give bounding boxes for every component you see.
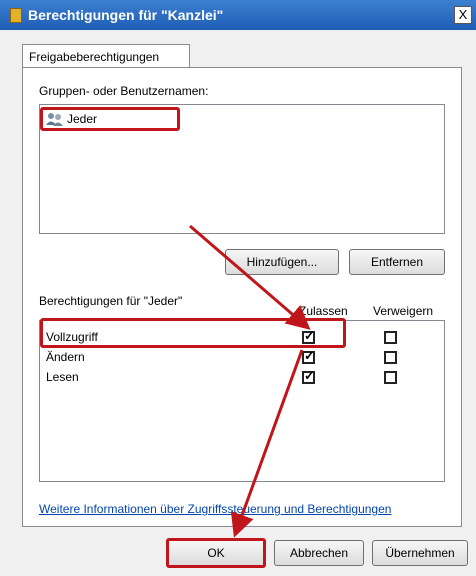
folder-icon [10, 8, 22, 23]
deny-checkbox[interactable] [384, 371, 397, 384]
remove-button[interactable]: Entfernen [349, 249, 445, 275]
deny-checkbox[interactable] [384, 331, 397, 344]
allow-header: Zulassen [299, 304, 348, 318]
allow-checkbox[interactable]: ✓ [302, 368, 315, 384]
permission-name: Lesen [46, 370, 79, 384]
highlight-vollzugriff [40, 318, 346, 348]
groups-label: Gruppen- oder Benutzernamen: [39, 84, 209, 98]
checkmark-icon: ✓ [304, 348, 315, 363]
permission-row-aendern: Ändern ✓ [40, 347, 444, 367]
tab-panel: Gruppen- oder Benutzernamen: Jeder Hinzu… [22, 67, 462, 527]
deny-checkbox[interactable] [384, 351, 397, 364]
close-button[interactable]: X [454, 6, 472, 24]
window-title: Berechtigungen für "Kanzlei" [28, 7, 224, 23]
permissions-dialog: Berechtigungen für "Kanzlei" X Freigabeb… [0, 0, 476, 576]
add-button[interactable]: Hinzufügen... [225, 249, 339, 275]
apply-button[interactable]: Übernehmen [372, 540, 468, 566]
checkmark-icon: ✓ [304, 368, 315, 383]
allow-checkbox[interactable]: ✓ [302, 348, 315, 364]
title-bar[interactable]: Berechtigungen für "Kanzlei" X [0, 0, 476, 30]
deny-header: Verweigern [373, 304, 434, 318]
highlight-ok [166, 538, 266, 568]
tab-freigabeberechtigungen[interactable]: Freigabeberechtigungen [22, 44, 190, 68]
info-link[interactable]: Weitere Informationen über Zugriffssteue… [39, 502, 391, 516]
permissions-label: Berechtigungen für "Jeder" [39, 294, 183, 308]
permission-row-lesen: Lesen ✓ [40, 367, 444, 387]
highlight-jeder [40, 107, 180, 131]
permission-name: Ändern [46, 350, 85, 364]
cancel-button[interactable]: Abbrechen [274, 540, 364, 566]
